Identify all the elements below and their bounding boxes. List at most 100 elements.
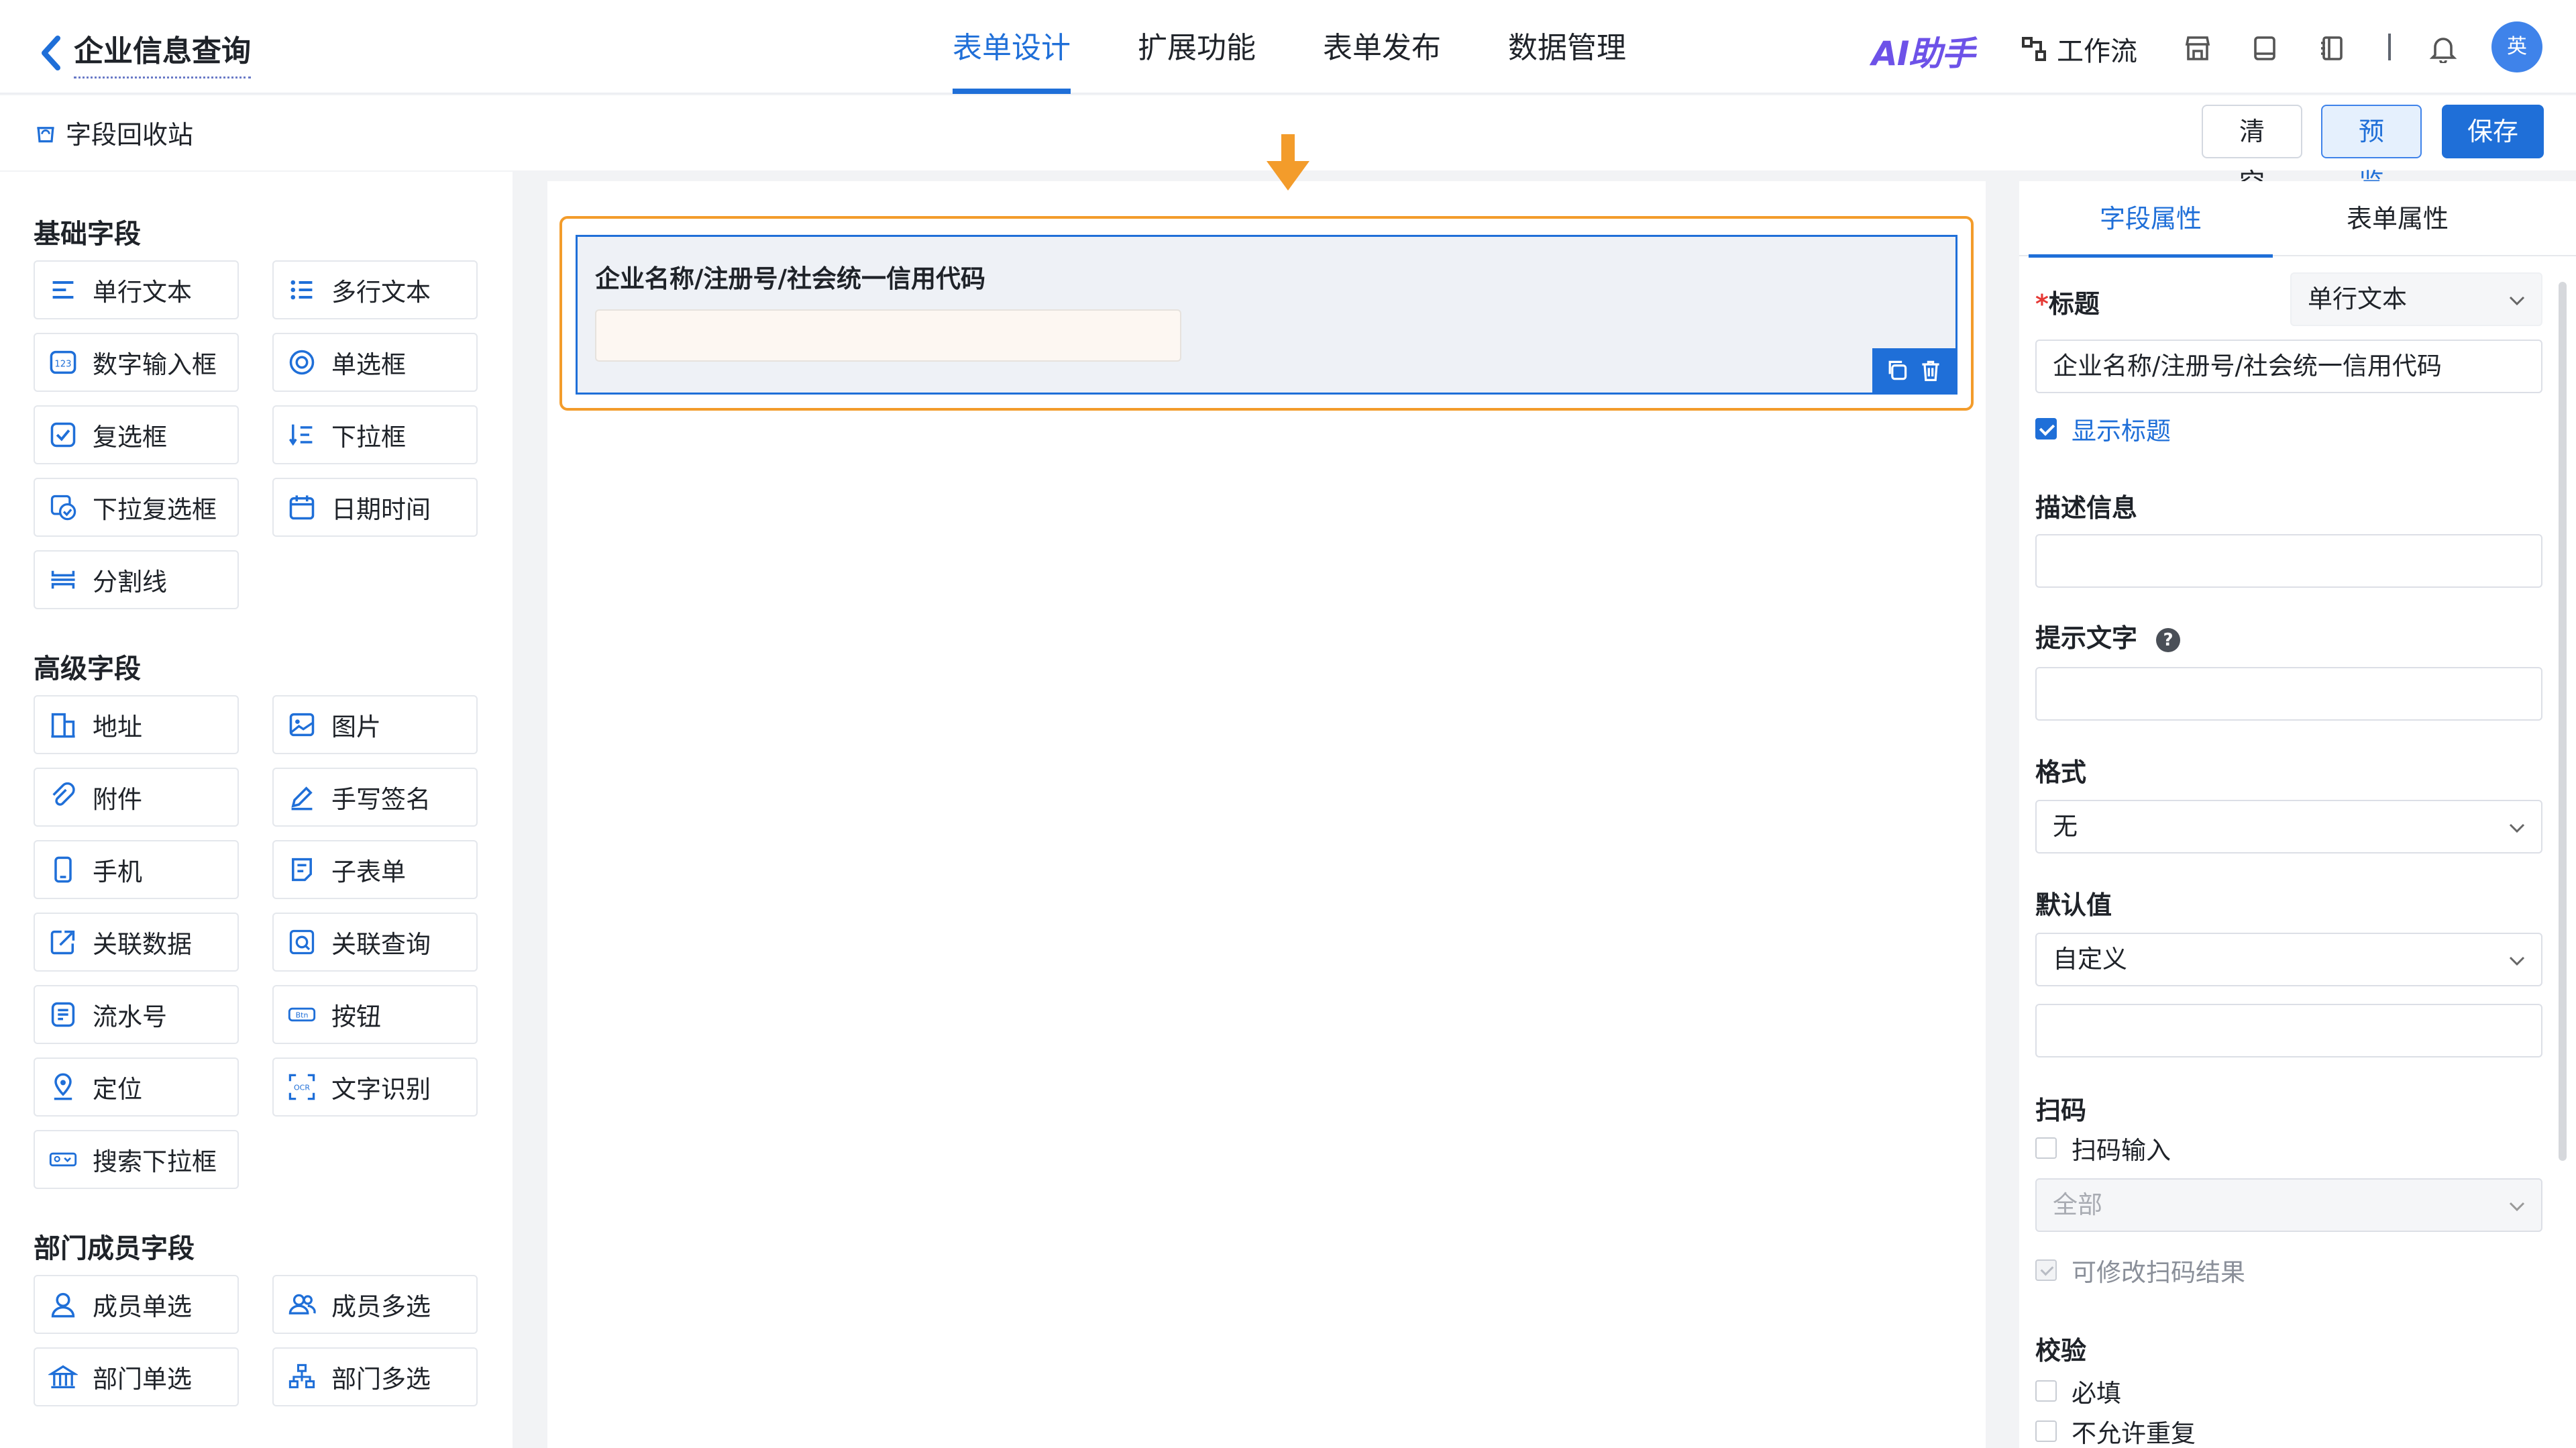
subform-icon xyxy=(292,858,312,882)
field-dropdown[interactable]: 下拉框 xyxy=(272,405,478,464)
dropdown-icon xyxy=(288,424,313,446)
field-address[interactable]: 地址 xyxy=(34,695,239,754)
scan-input-checkbox[interactable]: 扫码输入 xyxy=(2035,1130,2171,1166)
tab-form-publish[interactable]: 表单发布 xyxy=(1323,0,1441,94)
field-button[interactable]: Btn 按钮 xyxy=(272,985,478,1044)
field-label: 图片 xyxy=(331,713,381,741)
field-label: 按钮 xyxy=(331,1002,381,1031)
scan-label: 扫码 xyxy=(2035,1096,2087,1125)
field-subform[interactable]: 子表单 xyxy=(272,840,478,899)
field-recycle-bin-button[interactable]: 字段回收站 xyxy=(34,114,193,151)
properties-panel: 字段属性 表单属性 *标题 单行文本 企业名称/注册号/社会统一信用代码 显示标… xyxy=(2019,181,2576,1448)
field-label: 手机 xyxy=(93,858,142,886)
field-label: 手写签名 xyxy=(331,785,431,814)
field-label: 地址 xyxy=(93,713,142,741)
notebook-icon[interactable] xyxy=(2317,34,2347,63)
field-linked-query[interactable]: 关联查询 xyxy=(272,913,478,972)
field-label: 多行文本 xyxy=(331,278,431,307)
field-checkbox[interactable]: 复选框 xyxy=(34,405,239,464)
trash-icon[interactable] xyxy=(1919,358,1943,382)
workflow-button[interactable]: 工作流 xyxy=(2021,30,2137,68)
serial-number-icon xyxy=(51,1002,75,1027)
field-datetime[interactable]: 日期时间 xyxy=(272,478,478,537)
avatar[interactable]: 英 xyxy=(2491,21,2542,72)
recycle-bin-icon xyxy=(37,126,54,142)
scan-input-label: 扫码输入 xyxy=(2072,1136,2171,1165)
form-field-input[interactable] xyxy=(595,309,1181,362)
department-icon xyxy=(48,1365,78,1389)
svg-text:Btn: Btn xyxy=(296,1011,309,1019)
field-number-input[interactable]: 123 数字输入框 xyxy=(34,333,239,392)
properties-scrollbar[interactable] xyxy=(2559,282,2567,1161)
format-select[interactable]: 无 xyxy=(2035,800,2542,854)
field-attachment[interactable]: 附件 xyxy=(34,768,239,827)
tab-form-properties[interactable]: 表单属性 xyxy=(2275,181,2520,256)
required-check-box[interactable] xyxy=(2035,1380,2057,1402)
default-value-input[interactable] xyxy=(2035,1004,2542,1057)
field-member-multi[interactable]: 成员多选 xyxy=(272,1275,478,1334)
field-type-select[interactable]: 单行文本 xyxy=(2290,272,2542,326)
required-checkbox[interactable]: 必填 xyxy=(2035,1373,2121,1409)
tab-field-properties[interactable]: 字段属性 xyxy=(2029,181,2273,258)
field-radio[interactable]: 单选框 xyxy=(272,333,478,392)
ai-assistant-button[interactable]: AI助手 xyxy=(1872,27,1975,75)
preview-button[interactable]: 预览 xyxy=(2321,105,2422,197)
field-image[interactable]: 图片 xyxy=(272,695,478,754)
field-label: 单行文本 xyxy=(93,278,192,307)
default-mode-select[interactable]: 自定义 xyxy=(2035,933,2542,986)
field-dropdown-checkbox[interactable]: 下拉复选框 xyxy=(34,478,239,537)
field-multi-line-text[interactable]: 多行文本 xyxy=(272,260,478,319)
placeholder-input[interactable] xyxy=(2035,667,2542,721)
store-icon[interactable] xyxy=(2183,34,2212,63)
field-serial-number[interactable]: 流水号 xyxy=(34,985,239,1044)
field-label: 日期时间 xyxy=(331,495,431,524)
field-ocr[interactable]: OCR 文字识别 xyxy=(272,1057,478,1117)
form-field-label: 企业名称/注册号/社会统一信用代码 xyxy=(595,264,986,293)
scan-scope-select: 全部 xyxy=(2035,1178,2542,1232)
selected-field-highlight[interactable]: 企业名称/注册号/社会统一信用代码 xyxy=(559,216,1974,411)
field-label: 搜索下拉框 xyxy=(93,1147,217,1176)
field-mobile[interactable]: 手机 xyxy=(34,840,239,899)
bell-icon[interactable] xyxy=(2428,34,2458,63)
copy-icon[interactable] xyxy=(1885,358,1909,382)
clear-button[interactable]: 清空 xyxy=(2202,105,2302,197)
no-duplicate-check-box[interactable] xyxy=(2035,1420,2057,1442)
field-location[interactable]: 定位 xyxy=(34,1057,239,1117)
toolbar-separator xyxy=(2388,34,2391,60)
single-line-text-icon xyxy=(52,281,74,299)
description-input[interactable] xyxy=(2035,534,2542,588)
tab-data-management[interactable]: 数据管理 xyxy=(1508,0,1626,94)
field-member-single[interactable]: 成员单选 xyxy=(34,1275,239,1334)
field-label: 成员单选 xyxy=(93,1292,192,1321)
org-chart-icon xyxy=(288,1363,315,1388)
field-divider[interactable]: 分割线 xyxy=(34,550,239,609)
field-department-single[interactable]: 部门单选 xyxy=(34,1347,239,1406)
multi-line-text-icon xyxy=(290,280,313,300)
help-icon[interactable]: ? xyxy=(2156,627,2181,652)
back-button[interactable]: 企业信息查询 xyxy=(38,27,251,79)
field-linked-data[interactable]: 关联数据 xyxy=(34,913,239,972)
tab-extensions[interactable]: 扩展功能 xyxy=(1138,0,1256,94)
field-type-value: 单行文本 xyxy=(2308,285,2407,313)
title-property-label: *标题 xyxy=(2035,283,2100,320)
field-label: 下拉复选框 xyxy=(93,495,217,524)
no-duplicate-checkbox[interactable]: 不允许重复 xyxy=(2035,1413,2196,1448)
show-title-checkbox[interactable]: 显示标题 xyxy=(2035,411,2171,447)
field-department-multi[interactable]: 部门多选 xyxy=(272,1347,478,1406)
scan-input-check-box[interactable] xyxy=(2035,1137,2057,1159)
form-field-card[interactable]: 企业名称/注册号/社会统一信用代码 xyxy=(576,235,1957,395)
field-single-line-text[interactable]: 单行文本 xyxy=(34,260,239,319)
field-label: 附件 xyxy=(93,785,142,814)
save-button[interactable]: 保存 xyxy=(2442,105,2544,158)
chevron-left-icon xyxy=(42,35,60,70)
field-search-dropdown[interactable]: 搜索下拉框 xyxy=(34,1130,239,1189)
button-icon: Btn xyxy=(288,1007,316,1022)
scan-scope-value: 全部 xyxy=(2053,1190,2102,1219)
title-input[interactable]: 企业名称/注册号/社会统一信用代码 xyxy=(2035,340,2542,393)
book-icon[interactable] xyxy=(2250,34,2279,63)
title-label-text: 标题 xyxy=(2048,289,2100,319)
field-signature[interactable]: 手写签名 xyxy=(272,768,478,827)
building-icon xyxy=(51,713,75,738)
tab-form-design[interactable]: 表单设计 xyxy=(953,0,1071,94)
show-title-check-box[interactable] xyxy=(2035,418,2057,439)
